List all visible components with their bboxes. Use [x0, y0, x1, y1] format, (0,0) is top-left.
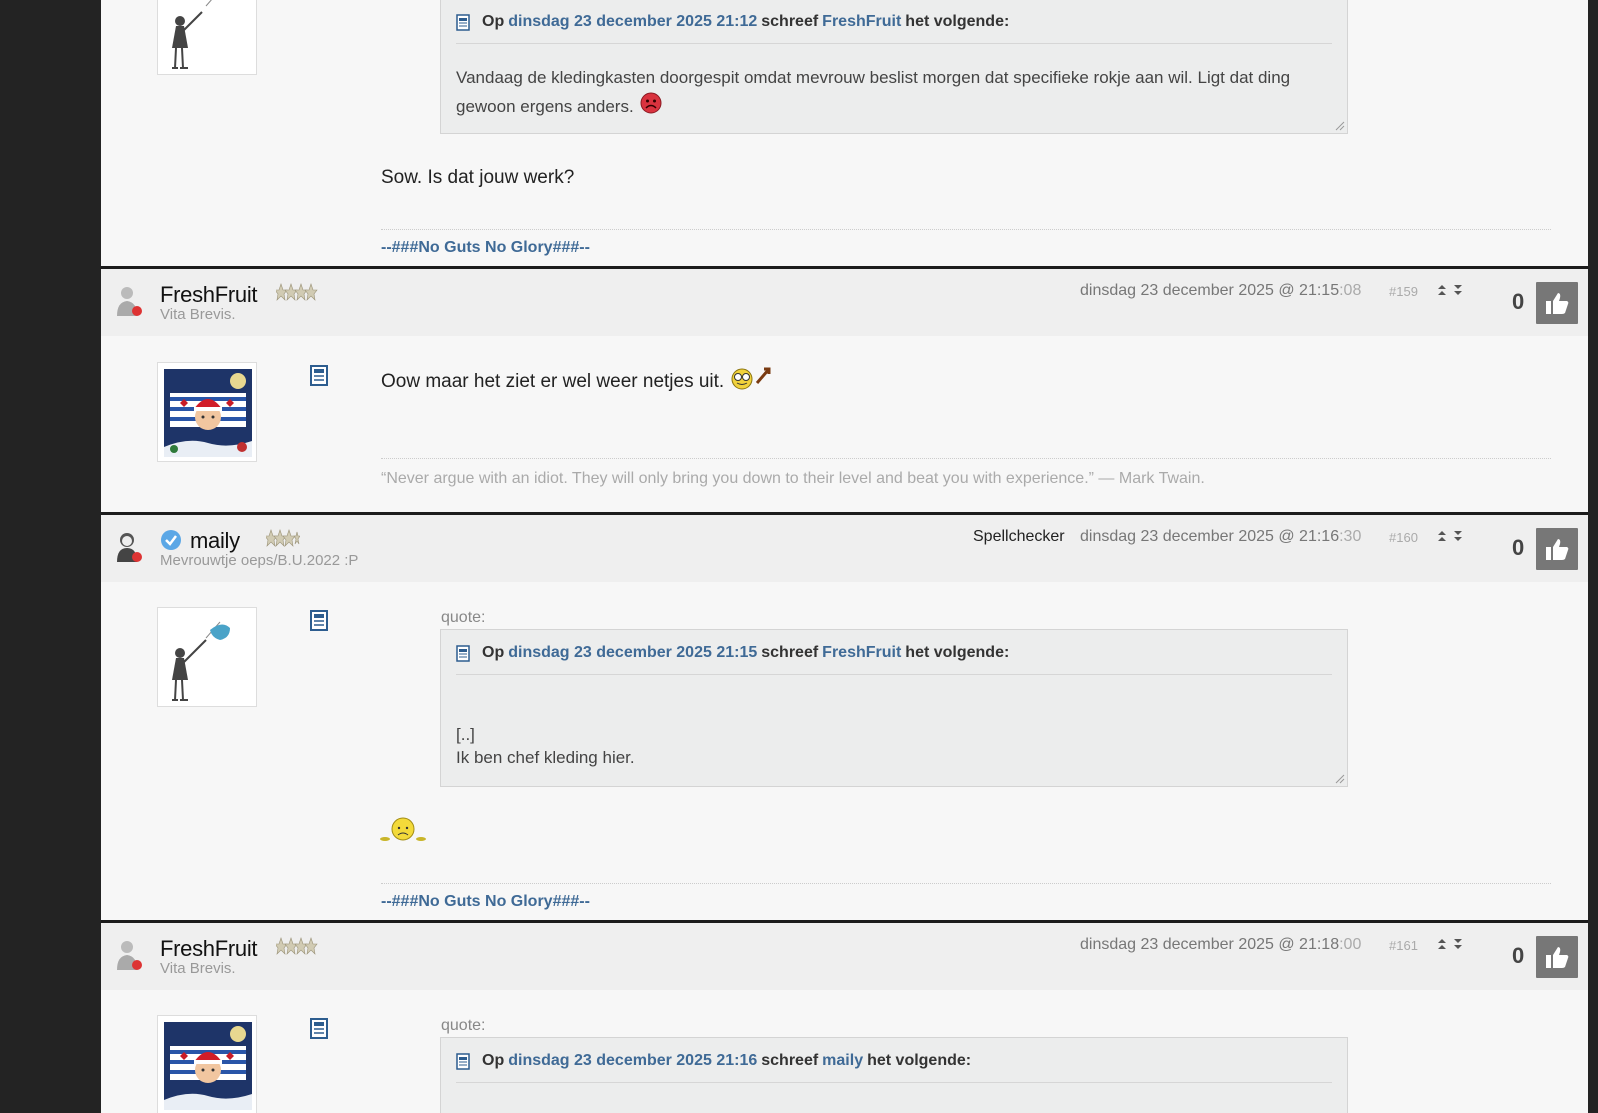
notepad-icon[interactable] — [309, 364, 329, 386]
quote-suffix: het volgende: — [867, 1052, 972, 1069]
quote-text-line: Ik ben chef kleding hier. — [456, 748, 635, 767]
quote-prefix: Op — [482, 1052, 505, 1069]
avatar-freshfruit[interactable] — [157, 362, 257, 462]
arrow-up-icon[interactable] — [1437, 530, 1447, 542]
quote-header: Op dinsdag 23 december 2025 21:15 schree… — [456, 644, 1332, 675]
quote-date-link[interactable]: dinsdag 23 december 2025 21:16 — [508, 1052, 757, 1070]
post-nav-arrows — [1437, 284, 1463, 296]
quote-header: Op dinsdag 23 december 2025 21:12 schree… — [456, 13, 1332, 44]
arrow-down-icon[interactable] — [1453, 938, 1463, 950]
post-header: FreshFruit Vita Brevis. dinsdag 23 decem… — [101, 923, 1588, 990]
post-nav-arrows — [1437, 530, 1463, 542]
angry-smiley-icon — [640, 92, 662, 114]
post-date: dinsdag 23 december 2025 @ 21:18:00 — [1080, 936, 1362, 953]
arrow-down-icon[interactable] — [1453, 530, 1463, 542]
verified-icon — [161, 530, 181, 550]
notepad-icon — [456, 1053, 470, 1070]
like-count: 0 — [1512, 943, 1525, 968]
sad-smiley-icon — [380, 817, 426, 841]
female-user-icon — [117, 533, 142, 562]
post-number[interactable]: #160 — [1389, 530, 1418, 545]
quote-user-link[interactable]: maily — [822, 1052, 863, 1070]
nerd-smiley-icon — [731, 367, 771, 390]
user-subtitle: Vita Brevis. — [160, 960, 236, 977]
arrow-up-icon[interactable] — [1437, 284, 1447, 296]
rank-icon — [266, 529, 300, 547]
post-number[interactable]: #161 — [1389, 938, 1418, 953]
quote-middle: schreef — [761, 1052, 819, 1069]
balloon-girl-image — [172, 621, 230, 701]
quote-box: Op dinsdag 23 december 2025 21:12 schree… — [440, 0, 1348, 134]
rank-stars — [276, 937, 318, 955]
user-subtitle: Vita Brevis. — [160, 306, 236, 323]
thumbs-up-icon — [1546, 947, 1569, 968]
notepad-icon — [456, 14, 470, 31]
notepad-icon[interactable] — [309, 609, 329, 631]
quote-middle: schreef — [761, 644, 819, 661]
balloon-girl-image — [172, 0, 212, 69]
post-number[interactable]: #159 — [1389, 284, 1418, 299]
username[interactable]: FreshFruit — [160, 282, 258, 308]
like-button[interactable] — [1536, 936, 1578, 978]
quote-text-line: [..] — [456, 725, 475, 744]
quote-prefix: Op — [482, 644, 505, 661]
avatar-freshfruit[interactable] — [157, 1015, 257, 1113]
quote-label: quote: — [441, 1017, 486, 1034]
username[interactable]: maily — [190, 528, 240, 554]
post-header: maily Mevrouwtje oeps/B.U.2022 :P Spellc… — [101, 515, 1588, 582]
quote-box: Op dinsdag 23 december 2025 21:16 schree… — [440, 1037, 1348, 1113]
signature-divider — [381, 458, 1551, 459]
resize-handle-icon[interactable] — [1335, 774, 1345, 784]
rank-icon — [276, 283, 318, 301]
thumbs-up-icon — [1546, 539, 1569, 560]
like-button[interactable] — [1536, 282, 1578, 324]
signature-link[interactable]: --###No Guts No Glory###-- — [381, 239, 590, 257]
notepad-icon[interactable] — [309, 1017, 329, 1039]
signature-quote: “Never argue with an idiot. They will on… — [381, 470, 1205, 487]
rank-stars — [266, 529, 300, 547]
rank-stars — [276, 283, 318, 301]
christmas-avatar-image — [164, 369, 252, 457]
quote-prefix: Op — [482, 13, 505, 30]
avatar-maily[interactable] — [157, 0, 257, 75]
quote-user-link[interactable]: FreshFruit — [822, 644, 901, 662]
post-body: Oow maar het ziet er wel weer netjes uit… — [381, 365, 775, 393]
user-role: Spellchecker — [973, 528, 1065, 545]
thumbs-up-icon — [1546, 293, 1569, 314]
post-date: dinsdag 23 december 2025 @ 21:16:30 — [1080, 528, 1362, 545]
quote-suffix: het volgende: — [905, 13, 1010, 30]
post-body: Sow. Is dat jouw werk? — [381, 167, 575, 188]
username[interactable]: FreshFruit — [160, 936, 258, 962]
notepad-icon — [456, 645, 470, 662]
quote-suffix: het volgende: — [905, 644, 1010, 661]
like-count: 0 — [1512, 535, 1525, 560]
quote-label: quote: — [441, 609, 486, 626]
quote-user-link[interactable]: FreshFruit — [822, 13, 901, 31]
quote-date-link[interactable]: dinsdag 23 december 2025 21:12 — [508, 13, 757, 31]
signature-divider — [381, 883, 1551, 884]
christmas-avatar-image — [164, 1022, 252, 1110]
male-user-icon — [117, 941, 142, 970]
post-header: FreshFruit Vita Brevis. dinsdag 23 decem… — [101, 269, 1588, 336]
quote-middle: schreef — [761, 13, 819, 30]
post-nav-arrows — [1437, 938, 1463, 950]
signature-divider — [381, 229, 1551, 230]
quote-box: Op dinsdag 23 december 2025 21:15 schree… — [440, 629, 1348, 787]
quote-date-link[interactable]: dinsdag 23 december 2025 21:15 — [508, 644, 757, 662]
male-user-icon — [117, 287, 142, 316]
like-button[interactable] — [1536, 528, 1578, 570]
forum-thread: Op dinsdag 23 december 2025 21:12 schree… — [101, 0, 1588, 1113]
resize-handle-icon[interactable] — [1335, 121, 1345, 131]
post-date: dinsdag 23 december 2025 @ 21:15:08 — [1080, 282, 1362, 299]
rank-icon — [276, 937, 318, 955]
like-count: 0 — [1512, 289, 1525, 314]
arrow-up-icon[interactable] — [1437, 938, 1447, 950]
user-subtitle: Mevrouwtje oeps/B.U.2022 :P — [160, 552, 359, 569]
arrow-down-icon[interactable] — [1453, 284, 1463, 296]
signature-link[interactable]: --###No Guts No Glory###-- — [381, 893, 590, 911]
avatar-maily[interactable] — [157, 607, 257, 707]
quote-text: Vandaag de kledingkasten doorgespit omda… — [456, 68, 1291, 116]
quote-header: Op dinsdag 23 december 2025 21:16 schree… — [456, 1052, 1332, 1083]
